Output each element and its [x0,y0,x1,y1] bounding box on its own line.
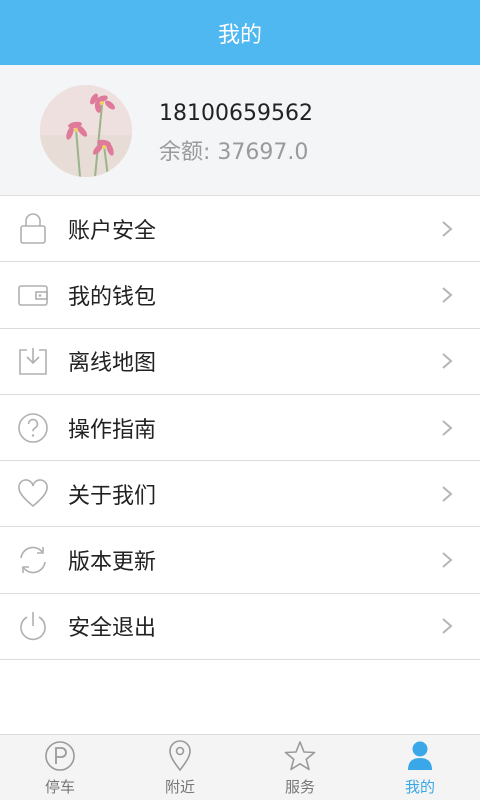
tab-parking[interactable]: 停车 [0,735,120,800]
menu-item-label: 账户安全 [68,218,157,244]
menu-item-label: 关于我们 [68,483,157,509]
bottom-tab-bar: 停车 附近 服务 我的 [0,734,480,800]
power-icon [16,609,50,643]
tab-nearby[interactable]: 附近 [120,735,240,800]
menu-item-logout[interactable]: 安全退出 [0,593,480,661]
tab-label: 我的 [404,778,435,796]
profile-card[interactable]: 18100659562 余额: 37697.0 [0,65,480,196]
tab-mine[interactable]: 我的 [360,735,480,800]
user-icon [403,739,437,773]
menu-item-account-security[interactable]: 账户安全 [0,196,480,263]
chevron-right-icon [440,550,454,570]
tab-label: 服务 [284,778,315,796]
balance-value: 37697.0 [217,140,309,165]
parking-icon [43,739,77,773]
star-icon [283,739,317,773]
user-balance: 余额: 37697.0 [159,134,308,166]
menu-item-label: 操作指南 [68,417,157,443]
chevron-right-icon [440,219,454,239]
tab-services[interactable]: 服务 [240,735,360,800]
tab-label: 附近 [164,778,195,796]
menu-item-version-update[interactable]: 版本更新 [0,527,480,594]
chevron-right-icon [440,351,454,371]
balance-label: 余额: [159,140,211,165]
settings-menu: 账户安全 我的钱包 离线地图 操作指南 关于我们 版本更新 安全退出 [0,196,480,661]
menu-item-offline-map[interactable]: 离线地图 [0,328,480,395]
chevron-right-icon [440,484,454,504]
menu-item-label: 离线地图 [68,351,157,377]
user-phone: 18100659562 [159,101,313,126]
menu-item-about-us[interactable]: 关于我们 [0,461,480,528]
location-pin-icon [163,739,197,773]
menu-item-label: 我的钱包 [68,284,157,310]
chevron-right-icon [440,285,454,305]
menu-item-wallet[interactable]: 我的钱包 [0,262,480,329]
chevron-right-icon [440,418,454,438]
refresh-icon [16,543,50,577]
lock-icon [16,212,50,246]
chevron-right-icon [440,616,454,636]
help-icon [16,411,50,445]
wallet-icon [16,278,50,312]
avatar-flower-image [40,85,132,177]
avatar[interactable] [40,85,132,177]
download-icon [16,344,50,378]
tab-label: 停车 [44,778,75,796]
page-title: 我的 [217,22,262,48]
menu-item-label: 版本更新 [68,550,157,576]
header-bar: 我的 [0,0,480,65]
menu-item-guide[interactable]: 操作指南 [0,394,480,462]
menu-item-label: 安全退出 [68,616,157,642]
heart-icon [16,477,50,511]
